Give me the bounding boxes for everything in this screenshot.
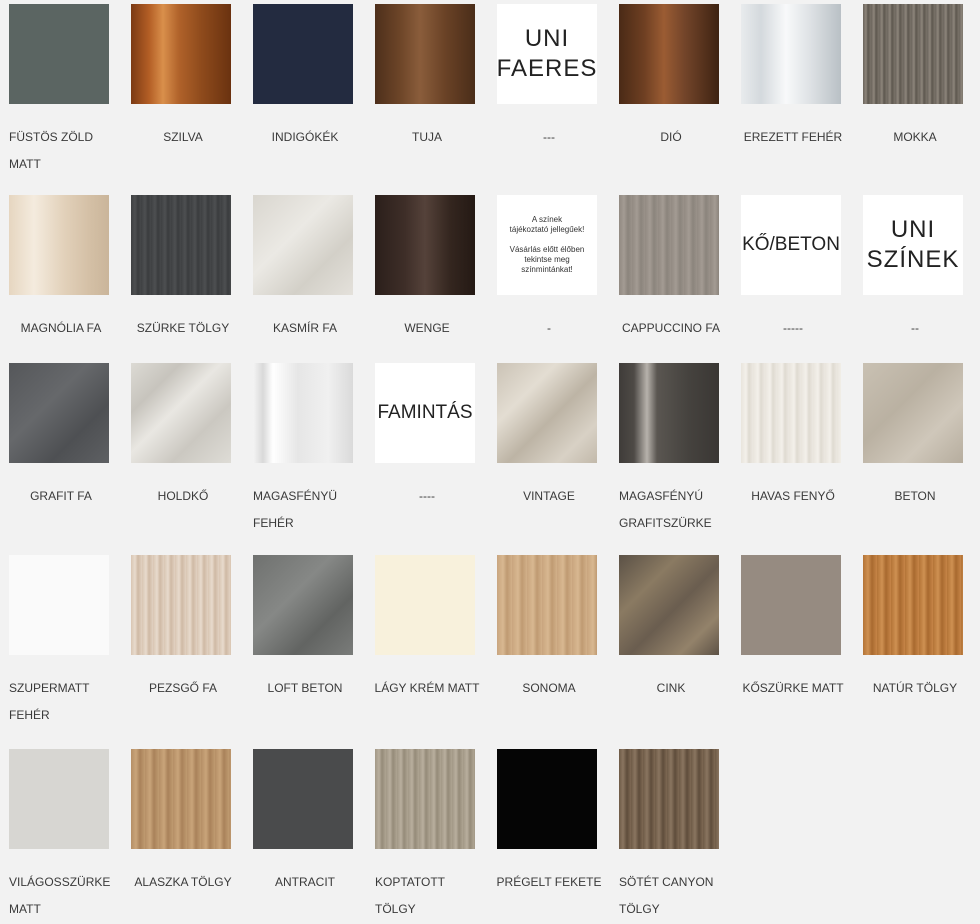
swatch-label: ----- xyxy=(783,321,803,335)
swatch-label: BETON xyxy=(894,489,936,503)
swatch-label: MAGASFÉNYÚ GRAFITSZÜRKE xyxy=(619,489,712,530)
swatch-image[interactable] xyxy=(497,749,597,849)
swatch-image[interactable] xyxy=(131,195,231,295)
swatch-label: KŐSZÜRKE MATT xyxy=(742,681,844,695)
swatch-image[interactable] xyxy=(497,363,597,463)
swatch-label: ANTRACIT xyxy=(275,875,335,889)
swatch-label: MAGNÓLIA FA xyxy=(20,321,102,335)
swatch-image[interactable] xyxy=(9,555,109,655)
swatch-label: HOLDKŐ xyxy=(157,489,209,503)
swatch-image[interactable] xyxy=(741,555,841,655)
swatch-label: VINTAGE xyxy=(523,489,575,503)
swatch-caption-text: A színek tájékoztató jellegűek! Vásárlás… xyxy=(509,215,585,274)
swatch-label: TUJA xyxy=(412,130,442,144)
swatch-image[interactable]: A színek tájékoztató jellegűek! Vásárlás… xyxy=(497,195,597,295)
swatch-label: CAPPUCCINO FA xyxy=(621,321,720,335)
swatch-caption-text: FAMINTÁS xyxy=(377,402,473,423)
swatch-label: PEZSGŐ FA xyxy=(148,681,217,695)
swatch-image[interactable] xyxy=(619,195,719,295)
swatch-image[interactable] xyxy=(253,363,353,463)
swatch-image[interactable]: FAMINTÁS xyxy=(375,363,475,463)
swatch-caption-text: UNI SZÍNEK xyxy=(866,216,960,273)
swatch-caption-text: UNI FAERES xyxy=(496,25,598,82)
swatch-label: DIÓ xyxy=(660,130,682,144)
swatch-label: GRAFIT FA xyxy=(30,489,92,503)
swatch-image[interactable] xyxy=(497,555,597,655)
swatch-label: WENGE xyxy=(404,321,450,335)
swatch-image[interactable] xyxy=(619,555,719,655)
swatch-image[interactable] xyxy=(253,749,353,849)
swatch-label: NATÚR TÖLGY xyxy=(872,681,958,695)
swatch-image[interactable] xyxy=(863,363,963,463)
swatch-image[interactable] xyxy=(619,363,719,463)
swatch-image[interactable] xyxy=(375,749,475,849)
swatch-label: LOFT BETON xyxy=(267,681,343,695)
swatch-label: EREZETT FEHÉR xyxy=(743,130,843,144)
swatch-image[interactable] xyxy=(619,749,719,849)
swatch-label: SÖTÉT CANYON TÖLGY xyxy=(619,875,714,916)
swatch-label: CINK xyxy=(656,681,686,695)
swatch-label: PRÉGELT FEKETE xyxy=(496,875,602,889)
swatch-image[interactable]: UNI SZÍNEK xyxy=(863,195,963,295)
swatch-image[interactable] xyxy=(131,363,231,463)
swatch-image[interactable] xyxy=(9,749,109,849)
swatch-image[interactable] xyxy=(375,4,475,104)
swatch-label: MOKKA xyxy=(893,130,937,144)
swatch-image[interactable] xyxy=(9,4,109,104)
swatch-label: INDIGÓKÉK xyxy=(271,130,339,144)
swatch-label: FÜSTÖS ZÖLD MATT xyxy=(9,130,94,171)
swatch-image[interactable] xyxy=(253,195,353,295)
swatch-image[interactable] xyxy=(131,555,231,655)
swatch-image[interactable] xyxy=(863,555,963,655)
swatch-image[interactable] xyxy=(253,4,353,104)
swatch-label: SZÜRKE TÖLGY xyxy=(136,321,230,335)
swatch-image[interactable] xyxy=(375,195,475,295)
swatch-caption-text: KŐ/BETON xyxy=(742,234,840,255)
swatch-image[interactable] xyxy=(741,4,841,104)
swatch-label: VILÁGOSSZÜRKE MATT xyxy=(9,875,111,916)
swatch-image[interactable] xyxy=(619,4,719,104)
swatch-label: --- xyxy=(543,130,555,144)
swatch-label: - xyxy=(547,321,551,335)
swatch-image[interactable] xyxy=(375,555,475,655)
swatch-image[interactable] xyxy=(741,363,841,463)
swatch-label: ALASZKA TÖLGY xyxy=(134,875,232,889)
swatch-label: MAGASFÉNYÜ FEHÉR xyxy=(253,489,338,530)
swatch-image[interactable] xyxy=(131,4,231,104)
swatch-image[interactable] xyxy=(9,195,109,295)
swatch-image[interactable] xyxy=(863,4,963,104)
swatch-label: SONOMA xyxy=(522,681,576,695)
swatch-image[interactable] xyxy=(253,555,353,655)
swatch-image[interactable]: KŐ/BETON xyxy=(741,195,841,295)
swatch-label: ---- xyxy=(419,489,435,503)
swatch-label: SZILVA xyxy=(163,130,203,144)
swatch-label: HAVAS FENYŐ xyxy=(751,489,835,503)
swatch-image[interactable] xyxy=(131,749,231,849)
swatch-label: LÁGY KRÉM MATT xyxy=(374,681,480,695)
swatch-image[interactable] xyxy=(9,363,109,463)
swatch-label: -- xyxy=(911,321,919,335)
swatch-label: SZUPERMATT FEHÉR xyxy=(9,681,90,722)
swatch-label: KASMÍR FA xyxy=(272,321,337,335)
swatch-image[interactable]: UNI FAERES xyxy=(497,4,597,104)
swatch-label: KOPTATOTT TÖLGY xyxy=(375,875,445,916)
